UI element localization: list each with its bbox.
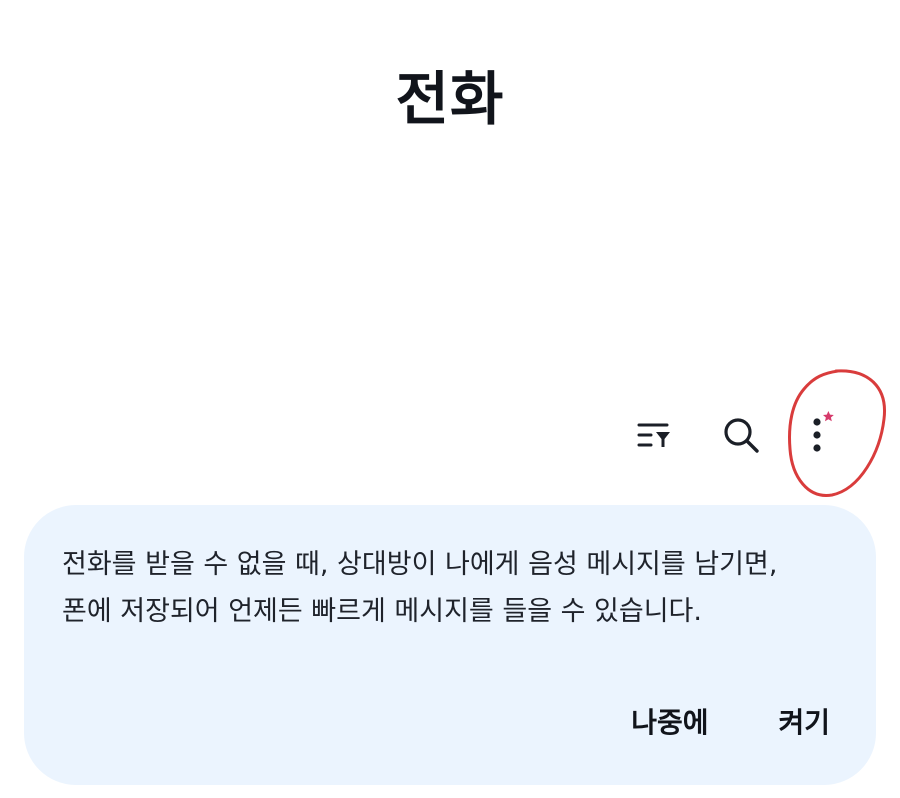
toolbar: [0, 400, 900, 470]
turn-on-button[interactable]: 켜기: [778, 701, 830, 741]
later-button[interactable]: 나중에: [631, 701, 708, 741]
more-options-button[interactable]: [786, 400, 856, 470]
banner-message: 전화를 받을 수 없을 때, 상대방이 나에게 음성 메시지를 남기면, 폰에 …: [62, 549, 778, 627]
search-button[interactable]: [706, 400, 776, 470]
page-title: 전화: [395, 65, 505, 133]
more-vert-icon: [813, 411, 834, 452]
banner-actions: 나중에 켜기: [631, 701, 830, 741]
filter-list-icon: [637, 423, 670, 447]
voicemail-banner: 전화를 받을 수 없을 때, 상대방이 나에게 음성 메시지를 남기면, 폰에 …: [24, 505, 876, 785]
filter-button[interactable]: [620, 400, 690, 470]
search-icon: [724, 418, 759, 453]
notification-dot-icon: [823, 411, 834, 422]
phone-app-screen: 전화 전화를 받을 수 없을 때, 상대방이 나에게 음성 메시지를 남기면, …: [0, 0, 900, 798]
